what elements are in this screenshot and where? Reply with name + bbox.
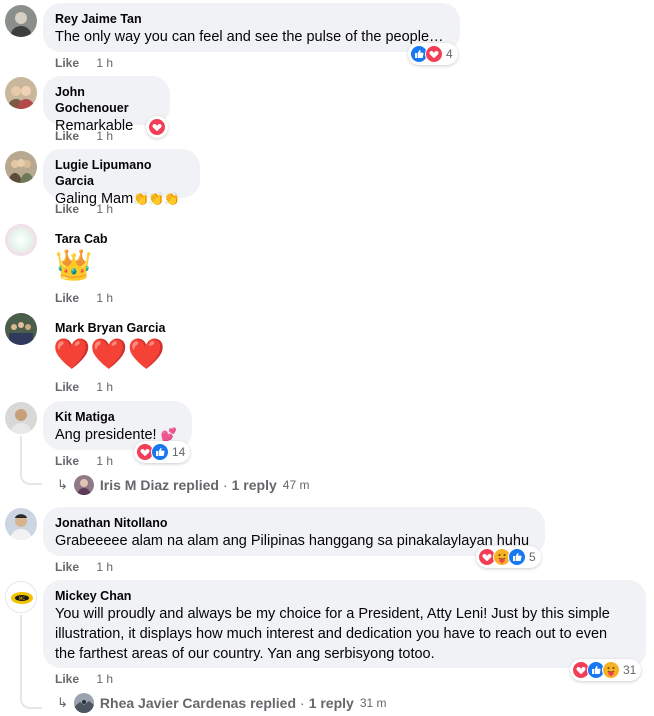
separator: · bbox=[222, 477, 228, 493]
reactions-summary[interactable]: 31 bbox=[570, 659, 642, 681]
comment-author[interactable]: Rey Jaime Tan bbox=[55, 11, 448, 27]
reply-timestamp: 47 m bbox=[282, 478, 310, 492]
comment-timestamp[interactable]: 1 h bbox=[96, 291, 113, 305]
avatar[interactable] bbox=[5, 402, 37, 434]
two-hearts-emoji: 💕 bbox=[160, 427, 177, 442]
reply-arrow-icon: ↳ bbox=[57, 477, 68, 492]
comment-actions: Like 1 h bbox=[55, 560, 113, 574]
like-reaction-icon bbox=[151, 443, 169, 461]
care-reaction-icon bbox=[602, 661, 620, 679]
avatar[interactable] bbox=[5, 77, 37, 109]
comment-text-line: the farthest areas of our country. Yan a… bbox=[55, 646, 435, 662]
reactions-summary[interactable]: 4 bbox=[408, 43, 458, 65]
comment-actions: Like 1 h bbox=[55, 672, 113, 686]
like-button[interactable]: Like bbox=[55, 380, 79, 394]
avatar bbox=[73, 693, 94, 713]
like-button[interactable]: Like bbox=[55, 560, 79, 574]
reaction-count: 5 bbox=[529, 550, 536, 564]
svg-text:MC: MC bbox=[19, 596, 25, 601]
comment-timestamp[interactable]: 1 h bbox=[96, 129, 113, 143]
reply-thread-line bbox=[20, 615, 42, 709]
like-button[interactable]: Like bbox=[55, 56, 79, 70]
comment-text: The only way you can feel and see the pu… bbox=[55, 29, 444, 45]
comment-timestamp[interactable]: 1 h bbox=[96, 380, 113, 394]
crown-emoji: 👑 bbox=[55, 249, 93, 282]
avatar[interactable] bbox=[5, 5, 37, 37]
reaction-count: 31 bbox=[623, 663, 637, 677]
like-reaction-icon bbox=[508, 548, 526, 566]
comment-author[interactable]: John Gochenouer bbox=[55, 84, 158, 116]
comment-bubble: Mickey Chan You will proudly and always … bbox=[43, 580, 646, 668]
comment-timestamp[interactable]: 1 h bbox=[96, 56, 113, 70]
reply-count[interactable]: 1 reply bbox=[232, 477, 277, 493]
like-button[interactable]: Like bbox=[55, 129, 79, 143]
avatar[interactable] bbox=[5, 508, 37, 540]
comment-bubble: Rey Jaime Tan The only way you can feel … bbox=[43, 3, 460, 52]
reactions-summary[interactable]: 14 bbox=[134, 441, 191, 463]
comment-author[interactable]: Mark Bryan Garcia bbox=[55, 320, 165, 336]
comment-actions: Like 1 h bbox=[55, 129, 113, 143]
comment-author[interactable]: Mickey Chan bbox=[55, 588, 634, 604]
comment-bubble: Jonathan Nitollano Grabeeeee alam na ala… bbox=[43, 507, 545, 556]
view-replies-link[interactable]: ↳ Rhea Javier Cardenas replied · 1 reply… bbox=[57, 693, 387, 713]
comment-text-line: You will proudly and always be my choice… bbox=[55, 606, 610, 622]
comment-actions: Like 1 h bbox=[55, 454, 113, 468]
comment-text-line: illustration, it displays how much inter… bbox=[55, 626, 608, 642]
comment-bubble: Lugie Lipumano Garcia Galing Mam👏👏👏 bbox=[43, 149, 200, 207]
reply-timestamp: 31 m bbox=[359, 696, 387, 710]
comment-author[interactable]: Tara Cab bbox=[55, 231, 108, 247]
view-replies-link[interactable]: ↳ Iris M Diaz replied · 1 reply 47 m bbox=[57, 475, 309, 495]
comment-author[interactable]: Jonathan Nitollano bbox=[55, 515, 533, 531]
comment-author[interactable]: Lugie Lipumano Garcia bbox=[55, 157, 188, 189]
comment-timestamp[interactable]: 1 h bbox=[96, 672, 113, 686]
hearts-emoji: ❤️❤️❤️ bbox=[53, 338, 166, 371]
separator: · bbox=[300, 695, 305, 711]
avatar[interactable]: MC bbox=[5, 581, 37, 613]
avatar bbox=[73, 475, 94, 495]
reactions-summary[interactable]: 5 bbox=[476, 546, 541, 568]
comment-author[interactable]: Kit Matiga bbox=[55, 409, 180, 425]
reply-thread-line bbox=[20, 436, 42, 485]
avatar[interactable] bbox=[5, 151, 37, 183]
comment-actions: Like 1 h bbox=[55, 202, 113, 216]
love-reaction-icon bbox=[148, 118, 166, 136]
reply-count[interactable]: 1 reply bbox=[309, 695, 354, 711]
like-button[interactable]: Like bbox=[55, 672, 79, 686]
clapping-hands-emoji: 👏👏👏 bbox=[133, 191, 180, 206]
avatar[interactable] bbox=[5, 224, 37, 256]
comment-timestamp[interactable]: 1 h bbox=[96, 202, 113, 216]
reaction-count: 4 bbox=[446, 47, 453, 61]
like-button[interactable]: Like bbox=[55, 454, 79, 468]
reaction-count: 14 bbox=[172, 445, 186, 459]
comment-timestamp[interactable]: 1 h bbox=[96, 454, 113, 468]
like-button[interactable]: Like bbox=[55, 202, 79, 216]
comment-actions: Like 1 h bbox=[55, 380, 113, 394]
comment-actions: Like 1 h bbox=[55, 56, 113, 70]
comment-timestamp[interactable]: 1 h bbox=[96, 560, 113, 574]
avatar[interactable] bbox=[5, 313, 37, 345]
reply-arrow-icon: ↳ bbox=[57, 695, 68, 710]
reactions-summary[interactable] bbox=[146, 116, 168, 138]
comment-text: Grabeeeee alam na alam ang Pilipinas han… bbox=[55, 533, 530, 549]
reply-author-action[interactable]: Iris M Diaz replied bbox=[100, 477, 219, 493]
love-reaction-icon bbox=[425, 45, 443, 63]
reply-author-action[interactable]: Rhea Javier Cardenas replied bbox=[100, 695, 296, 711]
like-button[interactable]: Like bbox=[55, 291, 79, 305]
comment-actions: Like 1 h bbox=[55, 291, 113, 305]
